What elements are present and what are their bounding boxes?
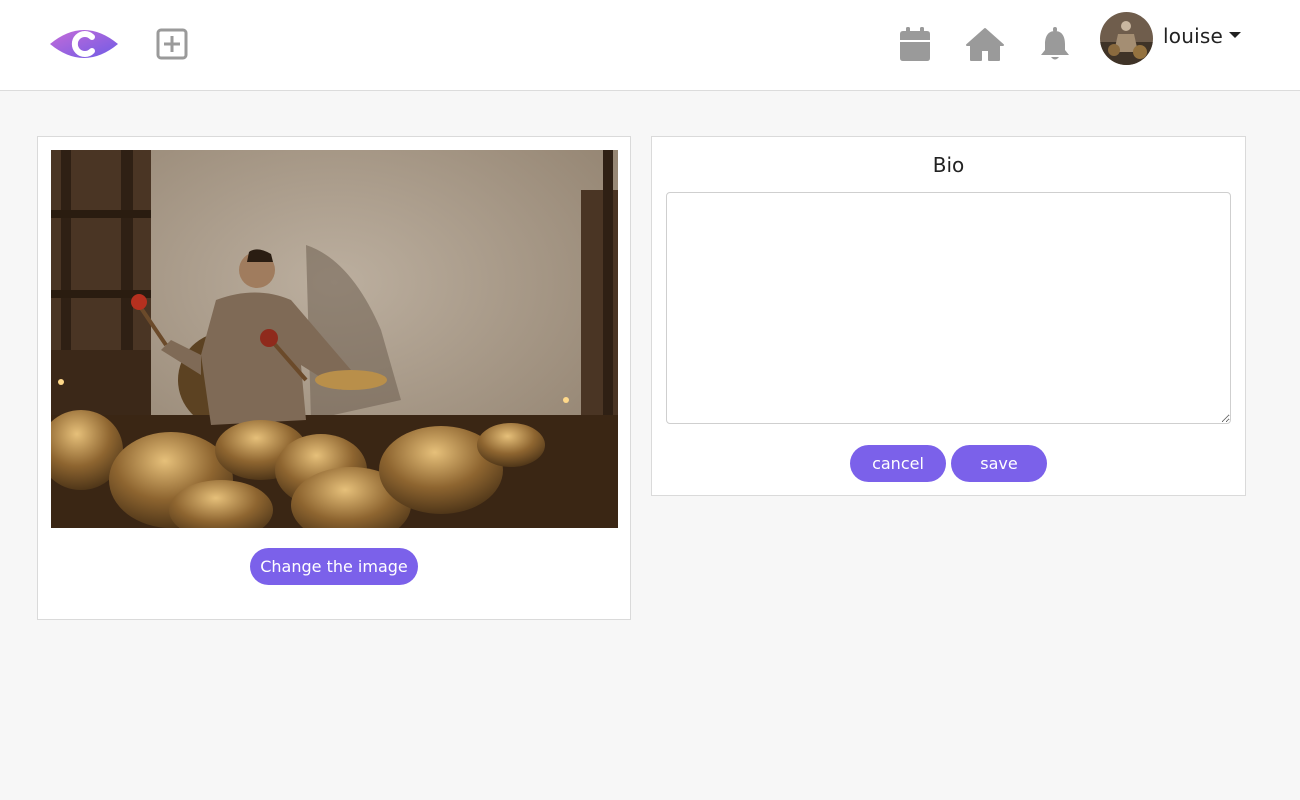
cancel-button[interactable]: cancel	[850, 445, 946, 482]
profile-photo	[51, 150, 618, 528]
user-avatar[interactable]	[1100, 12, 1153, 65]
bio-card: Bio cancel save	[651, 136, 1246, 496]
change-image-button[interactable]: Change the image	[250, 548, 418, 585]
bio-title: Bio	[932, 153, 965, 177]
calendar-icon[interactable]	[897, 24, 933, 64]
username-label: louise	[1163, 24, 1223, 48]
save-button[interactable]: save	[951, 445, 1047, 482]
brand-logo-icon[interactable]	[48, 24, 120, 64]
top-navbar: louise	[0, 0, 1300, 91]
profile-image-card: Change the image	[37, 136, 631, 620]
home-icon[interactable]	[964, 24, 1006, 64]
user-menu-toggle[interactable]: louise	[1163, 20, 1241, 52]
caret-down-icon	[1228, 32, 1241, 38]
bell-icon[interactable]	[1037, 24, 1073, 64]
bio-textarea[interactable]	[666, 192, 1231, 424]
add-post-icon[interactable]	[156, 28, 188, 60]
